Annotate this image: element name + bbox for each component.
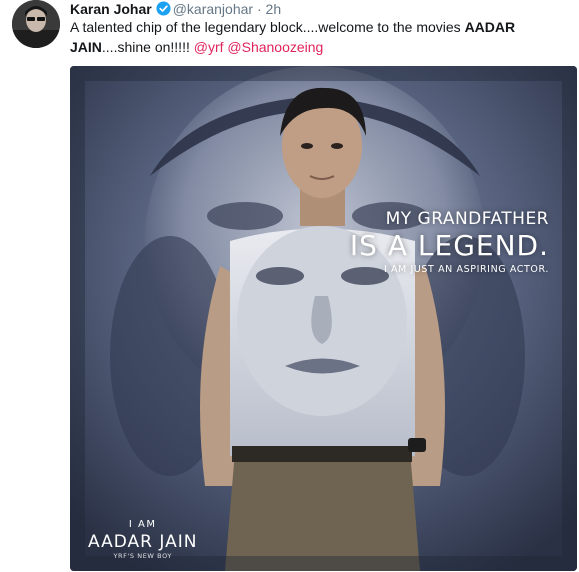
tweet-text-bold2: JAIN bbox=[70, 39, 102, 55]
poster-credit: I AM AADAR JAIN YRF'S NEW BOY bbox=[88, 518, 197, 561]
mention-yrf[interactable]: @yrf bbox=[194, 39, 224, 55]
mention-shanoozeing[interactable]: @Shanoozeing bbox=[227, 39, 323, 55]
tweet-text-bold1: AADAR bbox=[464, 19, 516, 35]
poster-artwork bbox=[70, 66, 577, 571]
tweet-timestamp[interactable]: 2h bbox=[266, 1, 282, 17]
tweet-card: Karan Johar @karanjohar · 2h A talented c… bbox=[0, 0, 579, 572]
tweet-text: A talented chip of the legendary block..… bbox=[70, 17, 550, 57]
tweet-text-part2: ....shine on!!!!! bbox=[101, 39, 194, 55]
avatar-image bbox=[12, 0, 60, 48]
tweet-media-poster[interactable]: MY GRANDFATHER IS A LEGEND. I AM JUST AN… bbox=[70, 66, 577, 571]
tweet-text-part1: A talented chip of the legendary block..… bbox=[70, 19, 465, 35]
poster-tagline: MY GRANDFATHER IS A LEGEND. I AM JUST AN… bbox=[350, 208, 549, 278]
tagline-line3: I AM JUST AN ASPIRING ACTOR. bbox=[383, 264, 549, 275]
credit-line1: I AM bbox=[128, 519, 157, 530]
author-handle[interactable]: @karanjohar bbox=[173, 1, 253, 17]
author-name[interactable]: Karan Johar bbox=[70, 1, 152, 17]
tagline-line1: MY GRANDFATHER bbox=[385, 209, 549, 229]
credit-line2: AADAR JAIN bbox=[88, 532, 198, 552]
avatar[interactable] bbox=[12, 0, 60, 48]
credit-line3: YRF'S NEW BOY bbox=[113, 552, 172, 560]
tagline-line2: IS A LEGEND. bbox=[349, 229, 549, 262]
separator-dot: · bbox=[256, 1, 262, 17]
tweet-header: Karan Johar @karanjohar · 2h bbox=[70, 0, 281, 18]
